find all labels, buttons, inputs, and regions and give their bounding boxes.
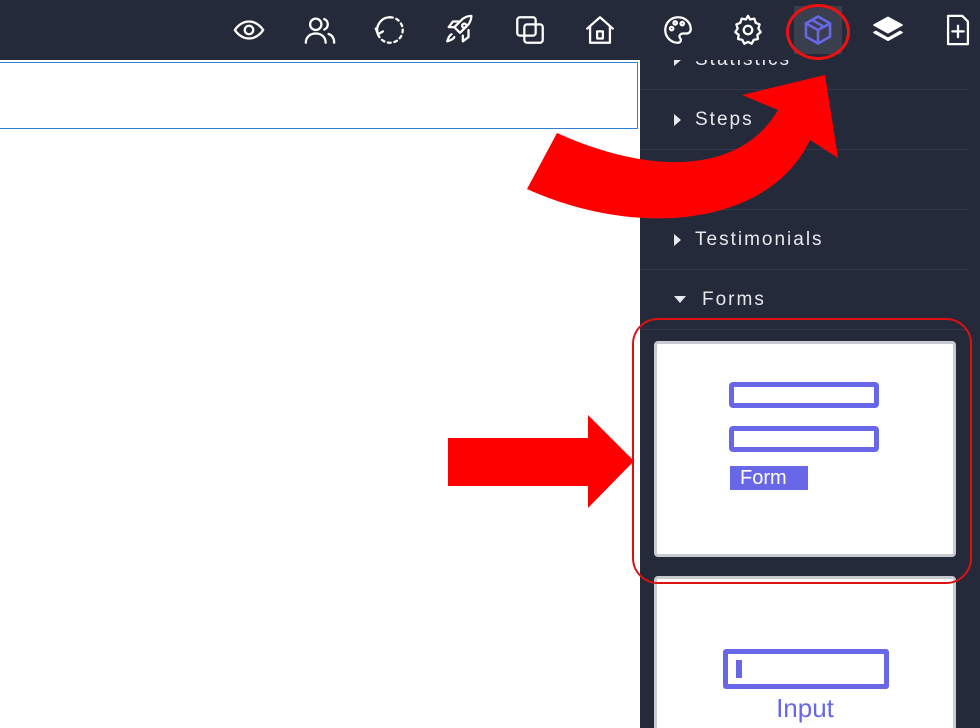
category-statistics[interactable]: Statistics xyxy=(640,60,968,90)
users-icon[interactable] xyxy=(296,6,344,54)
block-form[interactable]: Form xyxy=(654,341,956,557)
category-label: Forms xyxy=(702,288,766,310)
block-input[interactable]: Input xyxy=(654,576,956,728)
caret-down-icon xyxy=(674,296,686,303)
eye-icon[interactable] xyxy=(225,6,273,54)
category-steps[interactable]: Steps xyxy=(640,90,968,150)
rocket-icon[interactable] xyxy=(436,6,484,54)
duplicate-icon[interactable] xyxy=(506,6,554,54)
palette-icon[interactable] xyxy=(654,6,702,54)
category-label: Steps xyxy=(695,108,754,130)
blocks-panel: Statistics Steps Testimonials Forms Form… xyxy=(640,60,980,728)
gear-icon[interactable] xyxy=(724,6,772,54)
category-forms[interactable]: Forms xyxy=(640,270,968,330)
selected-canvas-element[interactable] xyxy=(0,62,638,129)
caret-right-icon xyxy=(674,233,681,246)
blocks-cube-icon[interactable] xyxy=(794,6,842,54)
top-toolbar xyxy=(0,0,980,60)
text-cursor xyxy=(736,660,742,678)
category-hidden[interactable] xyxy=(640,150,968,210)
history-icon[interactable] xyxy=(366,6,414,54)
form-field-preview xyxy=(729,382,879,408)
category-label: Testimonials xyxy=(695,228,824,250)
straight-arrow xyxy=(448,415,634,508)
form-field-preview xyxy=(729,426,879,452)
category-testimonials[interactable]: Testimonials xyxy=(640,210,968,270)
caret-right-icon xyxy=(674,113,681,126)
block-label: Form xyxy=(730,466,808,490)
caret-right-icon xyxy=(674,60,681,66)
home-icon[interactable] xyxy=(576,6,624,54)
block-label: Input xyxy=(776,693,834,723)
input-field-preview xyxy=(723,649,889,689)
layers-icon[interactable] xyxy=(864,6,912,54)
add-page-icon[interactable] xyxy=(934,6,980,54)
